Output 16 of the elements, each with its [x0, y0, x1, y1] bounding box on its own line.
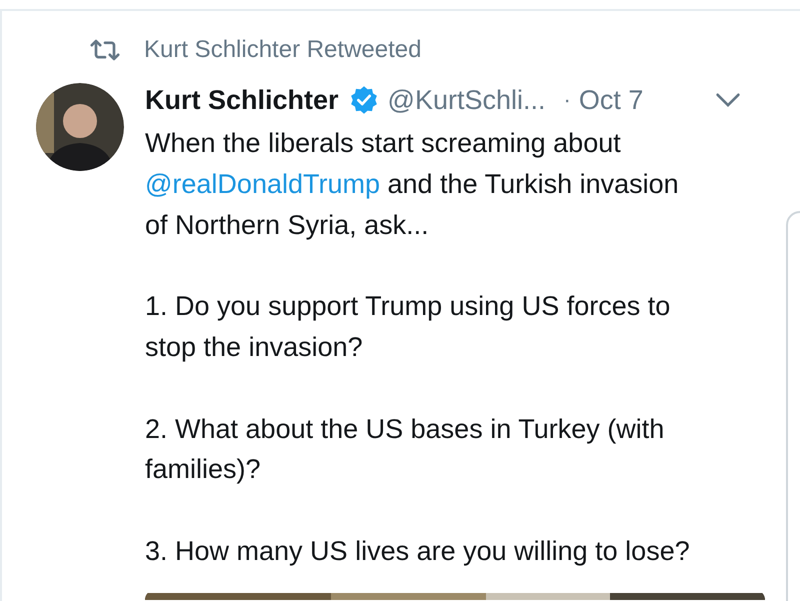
- mention-link[interactable]: @realDonaldTrump: [145, 168, 380, 199]
- chevron-down-icon[interactable]: [715, 92, 741, 108]
- author-name[interactable]: Kurt Schlichter: [145, 84, 339, 116]
- retweet-label: Kurt Schlichter Retweeted: [144, 36, 422, 64]
- tweet-date[interactable]: Oct 7: [578, 84, 644, 116]
- tweet-text: families)?: [145, 454, 261, 484]
- separator-dot: ·: [564, 87, 571, 113]
- tweet-text: When the liberals start screaming about: [145, 128, 621, 158]
- tweet-text: of Northern Syria, ask...: [145, 210, 429, 240]
- tweet-text: 3. How many US lives are you willing to lose?: [145, 536, 690, 566]
- tweet-text: 2. What about the US bases in Turkey (with: [145, 414, 664, 444]
- tweet-text: 1. Do you support Trump using US forces to: [145, 291, 670, 322]
- user-handle[interactable]: @KurtSchli...: [388, 84, 546, 116]
- tweet-text: stop the invasion?: [145, 332, 363, 362]
- retweet-icon: [90, 38, 120, 62]
- tweet-text: and the Turkish invasion: [386, 168, 679, 199]
